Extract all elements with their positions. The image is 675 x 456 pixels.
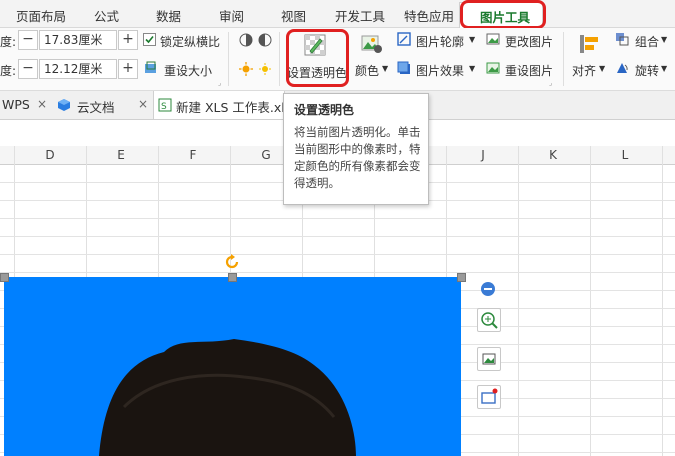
crop-picture-button[interactable] <box>477 347 501 371</box>
width-decrease-button[interactable]: − <box>18 59 38 79</box>
column-header-g[interactable]: G <box>256 148 276 162</box>
rotate-icon <box>615 61 629 75</box>
column-header-d[interactable]: D <box>40 148 60 162</box>
zoom-picture-button[interactable] <box>477 308 501 332</box>
doc-tab-active[interactable]: S 新建 XLS 工作表.xls <box>153 91 291 119</box>
reset-size-button[interactable]: 重设大小 <box>164 62 212 79</box>
picture-effect-button[interactable]: 图片效果 <box>416 62 464 79</box>
height-increase-button[interactable]: + <box>118 30 138 50</box>
resize-handle-top-right[interactable] <box>457 273 466 282</box>
tab-developer[interactable]: 开发工具 <box>335 6 385 25</box>
grid-line <box>0 272 675 273</box>
reset-size-icon <box>144 61 158 75</box>
outline-icon <box>397 32 411 46</box>
width-label: 度: <box>0 64 17 78</box>
color-button[interactable]: 颜色 <box>355 62 379 79</box>
resize-handle-top[interactable] <box>228 273 237 282</box>
cloud-icon <box>57 98 71 112</box>
change-picture-icon <box>486 32 500 46</box>
tab-review[interactable]: 审阅 <box>219 6 244 25</box>
grid-line <box>0 254 675 255</box>
height-label: 度: <box>0 35 17 49</box>
chevron-down-icon[interactable]: ▼ <box>661 64 667 73</box>
change-picture-button[interactable]: 更改图片 <box>505 33 553 50</box>
highlight-oval-transparent <box>286 29 349 87</box>
chevron-down-icon[interactable]: ▼ <box>382 64 388 73</box>
highlight-oval-tab <box>460 0 546 29</box>
tab-data[interactable]: 数据 <box>156 6 181 25</box>
group-button[interactable]: 组合 <box>635 33 659 50</box>
column-header-e[interactable]: E <box>111 148 131 162</box>
picture-outline-button[interactable]: 图片轮廓 <box>416 33 464 50</box>
rotate-button[interactable]: 旋转 <box>635 62 659 79</box>
width-input[interactable]: 12.12厘米 <box>39 59 117 79</box>
minus-icon: − <box>22 60 34 76</box>
close-icon[interactable]: × <box>37 97 47 111</box>
align-button[interactable]: 对齐 <box>572 62 596 79</box>
reset-picture-icon <box>486 61 500 75</box>
tab-formula[interactable]: 公式 <box>94 6 119 25</box>
chevron-down-icon[interactable]: ▼ <box>599 64 605 73</box>
tooltip-set-transparent-color: 设置透明色 将当前图片透明化。单击当前图形中的像素时，特定颜色的所有像素都会变得… <box>283 93 429 205</box>
tab-page-layout[interactable]: 页面布局 <box>16 6 66 25</box>
grid-line <box>590 146 591 456</box>
checkbox-icon[interactable] <box>143 33 156 46</box>
ribbon-divider <box>279 32 280 86</box>
lock-ratio-label[interactable]: 锁定纵横比 <box>160 33 220 50</box>
reset-picture-button[interactable]: 重设图片 <box>505 62 553 79</box>
effect-icon <box>397 61 411 75</box>
brightness-down-icon[interactable] <box>258 62 272 76</box>
tab-view[interactable]: 视图 <box>281 6 306 25</box>
plus-icon: + <box>122 60 134 76</box>
contrast-low-icon[interactable] <box>258 33 272 47</box>
height-decrease-button[interactable]: − <box>18 30 38 50</box>
color-icon <box>361 34 383 54</box>
crop-icon <box>482 353 496 365</box>
plus-icon: + <box>122 31 134 47</box>
close-icon[interactable]: × <box>138 97 148 111</box>
width-increase-button[interactable]: + <box>118 59 138 79</box>
dialog-launcher-icon[interactable]: ⌟ <box>218 79 221 87</box>
xls-file-icon: S <box>158 98 172 112</box>
collapse-icon[interactable] <box>481 282 495 296</box>
portrait-silhouette <box>99 339 356 456</box>
frame-icon <box>481 388 498 404</box>
grid-line <box>0 218 675 219</box>
column-header-f[interactable]: F <box>183 148 203 162</box>
group-icon <box>615 32 629 46</box>
tooltip-body: 将当前图片透明化。单击当前图形中的像素时，特定颜色的所有像素都会变得透明。 <box>294 125 421 190</box>
align-icon <box>578 33 600 55</box>
minus-icon: − <box>22 31 34 47</box>
doc-tab-wps[interactable]: WPS <box>2 97 30 112</box>
tab-special-apps[interactable]: 特色应用 <box>404 6 454 25</box>
grid-line <box>662 146 663 456</box>
chevron-down-icon[interactable]: ▼ <box>469 64 475 73</box>
resize-handle-top-left[interactable] <box>0 273 9 282</box>
doc-tab-cloud[interactable]: 云文档 <box>77 97 115 116</box>
chevron-down-icon[interactable]: ▼ <box>469 35 475 44</box>
column-header-j[interactable]: J <box>473 148 493 162</box>
ribbon-divider <box>563 32 564 86</box>
doc-tab-xls: 新建 XLS 工作表.xls <box>176 100 292 115</box>
column-header-k[interactable]: K <box>543 148 563 162</box>
menu-tab-bar: 页面布局 公式 数据 审阅 视图 开发工具 特色应用 图片工具 <box>0 0 675 28</box>
dialog-launcher-icon[interactable]: ⌟ <box>549 79 552 87</box>
height-input[interactable]: 17.83厘米 <box>39 30 117 50</box>
zoom-icon <box>481 312 498 329</box>
selected-picture[interactable] <box>4 277 461 456</box>
contrast-icon[interactable] <box>239 33 253 47</box>
grid-line <box>0 236 675 237</box>
rotate-handle-icon[interactable] <box>224 254 240 270</box>
svg-text:S: S <box>161 102 167 112</box>
tooltip-title: 设置透明色 <box>294 103 355 117</box>
chevron-down-icon[interactable]: ▼ <box>661 35 667 44</box>
ribbon-divider <box>228 32 229 86</box>
column-header-l[interactable]: L <box>615 148 635 162</box>
brightness-up-icon[interactable] <box>239 62 253 76</box>
picture-frame-button[interactable] <box>477 385 501 409</box>
grid-line <box>518 146 519 456</box>
